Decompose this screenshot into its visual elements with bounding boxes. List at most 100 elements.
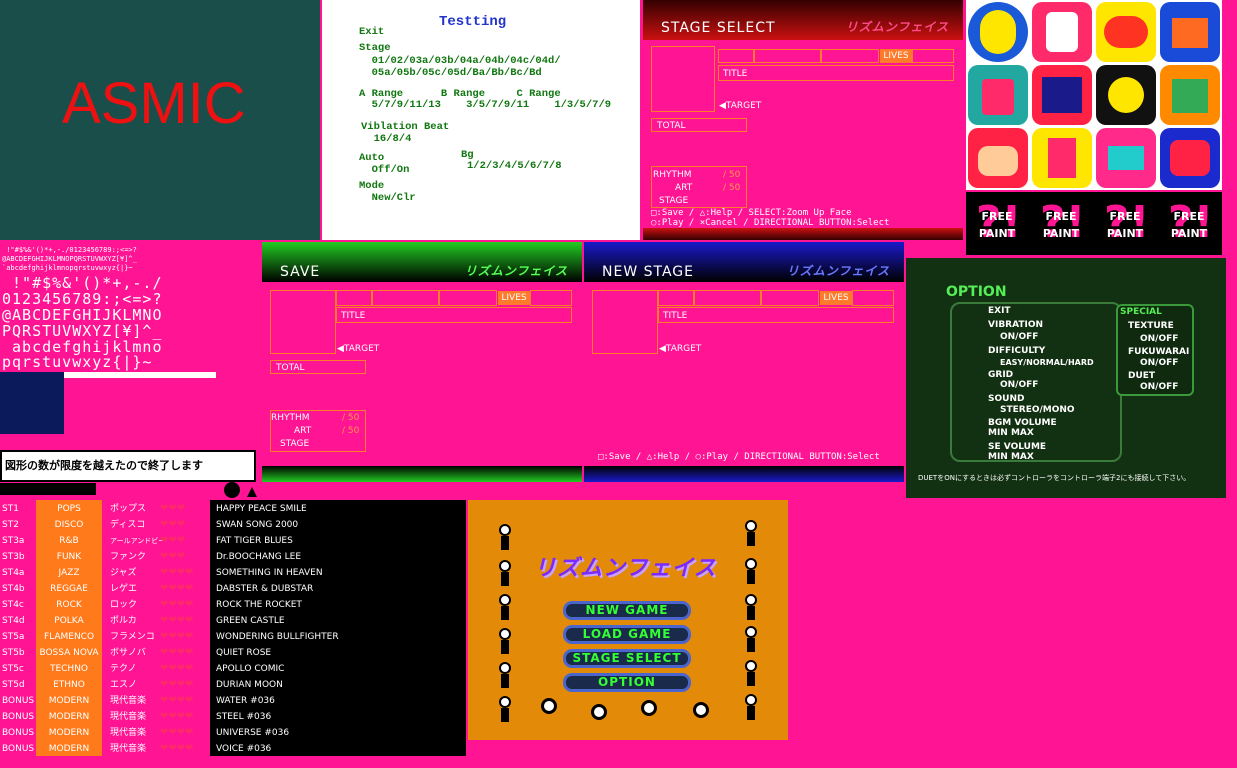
lives-label: LIVES <box>498 291 530 305</box>
slot-box <box>821 49 879 63</box>
help-text: □:Save / △:Help / ○:Play / DIRECTIONAL B… <box>598 452 880 462</box>
face-thumbnail[interactable] <box>968 128 1028 188</box>
test-line[interactable]: Viblation Beat <box>361 121 449 133</box>
stage-row[interactable]: ST4c ROCK ロック ❤❤❤❤ ROCK THE ROCKET <box>0 597 466 613</box>
character-sprite <box>494 560 516 588</box>
face-thumbnail[interactable] <box>1096 65 1156 125</box>
test-line[interactable]: Mode <box>359 180 384 192</box>
stage-genre-jp: フラメンコ <box>110 632 155 642</box>
new-stage-panel: NEW STAGE リズムンフェイス LIVES TITLE ◀TARGET □… <box>584 242 904 482</box>
test-line[interactable]: Exit <box>359 26 384 38</box>
rhythm-value: / 50 <box>342 413 360 423</box>
face-preview-box[interactable] <box>592 290 658 354</box>
art-value: / 50 <box>723 183 741 193</box>
face-thumbnail[interactable] <box>968 65 1028 125</box>
stage-id: ST3a <box>2 536 25 546</box>
stage-id: BONUS <box>2 712 35 722</box>
option-note: DUETをONにするときは必ずコントローラをコントローラ端子2にも接続して下さい… <box>918 474 1191 482</box>
warning-message: 図形の数が限度を越えたので終了します <box>0 450 256 482</box>
difficulty-hearts: ❤❤❤ <box>160 519 186 530</box>
asmic-logo: ASMIC <box>62 71 246 136</box>
face-thumbnail[interactable] <box>1032 128 1092 188</box>
save-title: SAVE <box>280 264 321 280</box>
face-thumbnail[interactable] <box>1160 128 1220 188</box>
special-value[interactable]: ON/OFF <box>1140 382 1178 392</box>
face-thumbnail[interactable] <box>968 2 1028 62</box>
face-preview-box[interactable] <box>270 290 336 354</box>
option-exit[interactable]: EXIT <box>988 306 1011 316</box>
free-paint-button[interactable]: ?! FREE PAINT <box>1032 196 1090 251</box>
face-thumbnail[interactable] <box>1160 65 1220 125</box>
option-value[interactable]: ON/OFF <box>1000 332 1038 342</box>
stage-genre-jp: テクノ <box>110 664 137 674</box>
stage-title: SWAN SONG 2000 <box>216 520 299 530</box>
face-thumbnail[interactable] <box>1032 65 1092 125</box>
character-sprite <box>538 694 560 722</box>
option-button[interactable]: OPTION <box>563 673 691 692</box>
face-thumbnail[interactable] <box>1160 2 1220 62</box>
option-slider[interactable]: MIN MAX <box>988 428 1034 438</box>
stage-row[interactable]: ST3a R&B アールアンドビー ❤❤❤ FAT TIGER BLUES <box>0 533 466 549</box>
option-value[interactable]: EASY/NORMAL/HARD <box>1000 358 1094 367</box>
stage-row[interactable]: ST2 DISCO ディスコ ❤❤❤ SWAN SONG 2000 <box>0 517 466 533</box>
lives-box <box>912 49 954 63</box>
face-preview-box[interactable] <box>651 46 715 112</box>
stage-row[interactable]: ST5d ETHNO エスノ ❤❤❤❤ DURIAN MOON <box>0 677 466 693</box>
stage-row[interactable]: BONUS MODERN 現代音楽 ❤❤❤❤ UNIVERSE #036 <box>0 725 466 741</box>
stage-row[interactable]: ST4d POLKA ポルカ ❤❤❤❤ GREEN CASTLE <box>0 613 466 629</box>
stage-row[interactable]: ST1 POPS ポップス ❤❤❤ HAPPY PEACE SMILE <box>0 501 466 517</box>
load-game-button[interactable]: LOAD GAME <box>563 625 691 644</box>
slot-box <box>658 290 694 306</box>
stage-genre-jp: ボサノバ <box>110 648 146 658</box>
stage-id: ST4c <box>2 600 24 610</box>
stage-row[interactable]: ST4a JAZZ ジャズ ❤❤❤❤ SOMETHING IN HEAVEN <box>0 565 466 581</box>
stage-row[interactable]: BONUS MODERN 現代音楽 ❤❤❤❤ VOICE #036 <box>0 741 466 757</box>
test-line: 16/8/4 <box>361 133 412 145</box>
face-thumbnail[interactable] <box>1096 128 1156 188</box>
stage-title: APOLLO COMIC <box>216 664 285 674</box>
special-value[interactable]: ON/OFF <box>1140 358 1178 368</box>
face-thumbnail[interactable] <box>1032 2 1092 62</box>
option-label[interactable]: VIBRATION <box>988 320 1043 330</box>
option-label[interactable]: SE VOLUME <box>988 442 1046 452</box>
difficulty-hearts: ❤❤❤❤ <box>160 615 194 626</box>
free-paint-button[interactable]: ?! FREE PAINT <box>968 196 1026 251</box>
option-value[interactable]: ON/OFF <box>1000 380 1038 390</box>
stage-row[interactable]: ST5b BOSSA NOVA ボサノバ ❤❤❤❤ QUIET ROSE <box>0 645 466 661</box>
free-paint-button[interactable]: ?! FREE PAINT <box>1096 196 1154 251</box>
special-label[interactable]: FUKUWARAI <box>1128 347 1189 357</box>
option-label[interactable]: GRID <box>988 370 1013 380</box>
footer-bar <box>584 466 904 482</box>
option-slider[interactable]: MIN MAX <box>988 452 1034 462</box>
difficulty-hearts: ❤❤❤ <box>160 551 186 562</box>
stage-row[interactable]: ST4b REGGAE レゲエ ❤❤❤❤ DABSTER & DUBSTAR <box>0 581 466 597</box>
test-title: Testting <box>439 14 507 30</box>
free-paint-button[interactable]: ?! FREE PAINT <box>1160 196 1218 251</box>
stage-row[interactable]: ST5c TECHNO テクノ ❤❤❤❤ APOLLO COMIC <box>0 661 466 677</box>
special-value[interactable]: ON/OFF <box>1140 334 1178 344</box>
special-label[interactable]: TEXTURE <box>1128 321 1174 331</box>
title-box <box>658 307 894 323</box>
test-line[interactable]: Stage <box>359 42 391 54</box>
font-row: @ABCDEFGHIJKLMNOPQRSTUVWXYZ[¥]^_ <box>2 255 137 263</box>
stage-row[interactable]: ST5a FLAMENCO フラメンコ ❤❤❤❤ WONDERING BULLFIGHT… <box>0 629 466 645</box>
stage-genre: FLAMENCO <box>43 632 95 642</box>
font-sheet: !"#$%&'()*+,-./0123456789:;<=>? @ABCDEFG… <box>0 242 262 434</box>
stage-id: ST4b <box>2 584 25 594</box>
stage-row[interactable]: BONUS MODERN 現代音楽 ❤❤❤❤ STEEL #036 <box>0 709 466 725</box>
stage-row[interactable]: BONUS MODERN 現代音楽 ❤❤❤❤ WATER #036 <box>0 693 466 709</box>
face-thumbnail[interactable] <box>1096 2 1156 62</box>
option-label[interactable]: DIFFICULTY <box>988 346 1045 356</box>
option-label[interactable]: BGM VOLUME <box>988 418 1057 428</box>
stage-id: ST2 <box>2 520 19 530</box>
option-label[interactable]: SOUND <box>988 394 1024 404</box>
stage-row[interactable]: ST3b FUNK ファンク ❤❤❤ Dr.BOOCHANG LEE <box>0 549 466 565</box>
stage-genre: TECHNO <box>49 664 89 674</box>
new-game-button[interactable]: NEW GAME <box>563 601 691 620</box>
special-label[interactable]: DUET <box>1128 371 1155 381</box>
stage-select-button[interactable]: STAGE SELECT <box>563 649 691 668</box>
footer-bar <box>262 466 582 482</box>
stage-title: WONDERING BULLFIGHTER <box>216 632 339 642</box>
option-value[interactable]: STEREO/MONO <box>1000 405 1075 415</box>
test-line[interactable]: Auto <box>359 152 384 164</box>
